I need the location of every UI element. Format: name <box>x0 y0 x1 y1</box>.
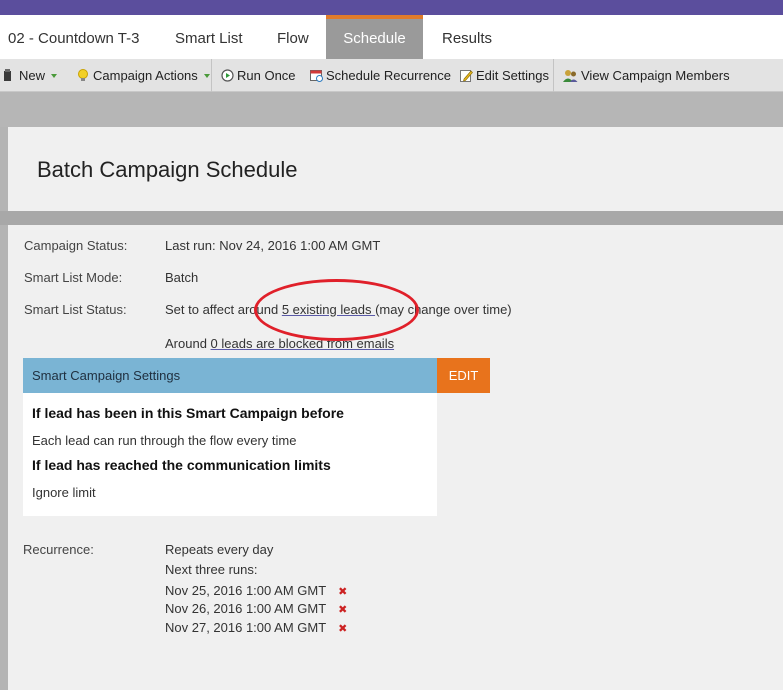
schedule-content: Campaign Status: Last run: Nov 24, 2016 … <box>8 225 783 690</box>
edit-settings-button-orange[interactable]: EDIT <box>437 358 490 393</box>
members-icon <box>563 69 578 82</box>
canvas-gap <box>0 92 783 127</box>
blocked-leads-link[interactable]: 0 leads are blocked from emails <box>211 336 395 351</box>
blocked-leads-line: Around 0 leads are blocked from emails <box>165 336 394 351</box>
delete-run-icon[interactable]: ✖ <box>338 604 347 616</box>
communication-limits-heading: If lead has reached the communication li… <box>32 457 331 473</box>
settings-header: Smart Campaign Settings <box>23 358 437 393</box>
chevron-down-icon <box>203 73 210 78</box>
smart-list-mode-value: Batch <box>165 270 199 285</box>
toolbar-divider <box>211 59 212 92</box>
new-icon <box>3 69 16 82</box>
view-campaign-members-label: View Campaign Members <box>581 68 730 83</box>
top-brand-bar <box>0 0 783 15</box>
page-header: Batch Campaign Schedule <box>8 127 783 211</box>
scheduled-run: Nov 25, 2016 1:00 AM GMT ✖ <box>165 583 347 598</box>
recurrence-value: Repeats every day <box>165 542 274 557</box>
tab-flow[interactable]: Flow <box>277 15 309 59</box>
run-once-button[interactable]: Run Once <box>221 59 296 92</box>
schedule-recurrence-label: Schedule Recurrence <box>326 68 452 83</box>
edit-settings-button[interactable]: Edit Settings <box>460 59 549 92</box>
calendar-icon <box>310 69 323 82</box>
scheduled-run: Nov 27, 2016 1:00 AM GMT ✖ <box>165 620 347 635</box>
existing-leads-link[interactable]: 5 existing leads <box>282 302 375 317</box>
delete-run-icon[interactable]: ✖ <box>338 623 347 635</box>
delete-run-icon[interactable]: ✖ <box>338 586 347 598</box>
communication-limits-value: Ignore limit <box>32 485 96 500</box>
program-name-tab[interactable]: 02 - Countdown T-3 <box>8 15 139 59</box>
qualification-rule-value: Each lead can run through the flow every… <box>32 433 297 448</box>
smart-list-status-suffix: (may change over time) <box>375 302 512 317</box>
smart-list-status-value: Set to affect around 5 existing leads (m… <box>165 302 512 317</box>
qualification-rule-heading: If lead has been in this Smart Campaign … <box>32 405 344 421</box>
campaign-actions-label: Campaign Actions <box>93 68 198 83</box>
new-button[interactable]: New <box>3 59 58 92</box>
tab-bar: 02 - Countdown T-3 Smart List Flow Sched… <box>0 15 783 59</box>
toolbar: New Campaign Actions Run Once Schedule R… <box>0 59 783 92</box>
tab-smart-list[interactable]: Smart List <box>175 15 243 59</box>
schedule-recurrence-button[interactable]: Schedule Recurrence <box>310 59 451 92</box>
smart-campaign-settings-panel: Smart Campaign Settings If lead has been… <box>23 358 437 516</box>
smart-list-mode-label: Smart List Mode: <box>24 270 123 285</box>
tab-results[interactable]: Results <box>442 15 492 59</box>
campaign-status-value: Last run: Nov 24, 2016 1:00 AM GMT <box>165 238 381 253</box>
section-divider <box>0 211 783 225</box>
scheduled-run: Nov 26, 2016 1:00 AM GMT ✖ <box>165 601 347 616</box>
recurrence-label: Recurrence: <box>23 542 94 557</box>
toolbar-divider <box>553 59 554 92</box>
scheduled-run-date: Nov 25, 2016 1:00 AM GMT <box>165 583 327 598</box>
campaign-actions-button[interactable]: Campaign Actions <box>77 59 210 92</box>
view-campaign-members-button[interactable]: View Campaign Members <box>563 59 730 92</box>
page-title: Batch Campaign Schedule <box>37 157 298 182</box>
scheduled-run-date: Nov 26, 2016 1:00 AM GMT <box>165 601 327 616</box>
chevron-down-icon <box>51 73 58 78</box>
next-runs-label: Next three runs: <box>165 562 258 577</box>
lightbulb-icon <box>77 69 90 82</box>
edit-settings-label: Edit Settings <box>476 68 549 83</box>
scheduled-run-date: Nov 27, 2016 1:00 AM GMT <box>165 620 327 635</box>
edit-settings-icon <box>460 69 473 82</box>
blocked-prefix: Around <box>165 336 211 351</box>
new-label: New <box>19 68 46 83</box>
tab-schedule[interactable]: Schedule <box>326 15 423 59</box>
smart-list-status-prefix: Set to affect around <box>165 302 282 317</box>
run-once-icon <box>221 69 234 82</box>
campaign-status-label: Campaign Status: <box>24 238 128 253</box>
run-once-label: Run Once <box>237 68 296 83</box>
smart-list-status-label: Smart List Status: <box>24 302 127 317</box>
